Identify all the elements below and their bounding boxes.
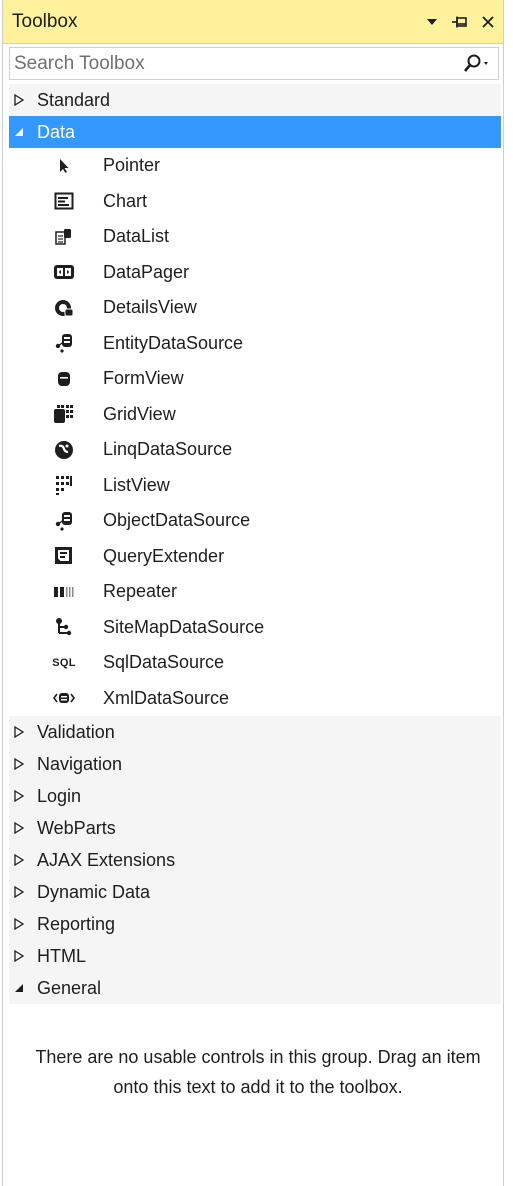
queryextender-icon	[51, 545, 77, 567]
toolbox-item-pointer[interactable]: Pointer	[9, 148, 501, 184]
item-label: Pointer	[103, 155, 161, 176]
toolbox-item-formview[interactable]: FormView	[9, 361, 501, 397]
group-data[interactable]: Data	[9, 116, 501, 148]
expanded-arrow-icon	[13, 126, 33, 138]
group-html[interactable]: HTML	[9, 940, 501, 972]
pointer-icon	[51, 155, 77, 177]
toolbox-item-datapager[interactable]: DataPager	[9, 255, 501, 291]
toolbox-item-xmldatasource[interactable]: XmlDataSource	[9, 681, 501, 717]
item-label: SqlDataSource	[103, 652, 225, 673]
linqdatasource-icon	[51, 439, 77, 461]
datalist-icon	[51, 226, 77, 248]
item-label: DataList	[103, 226, 170, 247]
item-label: ListView	[103, 474, 170, 495]
toolbox-item-repeater[interactable]: Repeater	[9, 574, 501, 610]
item-label: LinqDataSource	[103, 439, 233, 460]
xmldatasource-icon	[51, 687, 77, 709]
objectdatasource-icon	[51, 510, 77, 532]
collapsed-arrow-icon	[13, 918, 33, 930]
group-label: Login	[37, 785, 82, 806]
toolbox-tree: Standard Data Pointer Chart DataList Dat…	[9, 84, 501, 1004]
group-label: Reporting	[37, 913, 116, 934]
item-label: EntityDataSource	[103, 332, 244, 353]
data-items: Pointer Chart DataList DataPager Details…	[9, 148, 501, 716]
toolbox-item-sqldatasource[interactable]: SQL SqlDataSource	[9, 645, 501, 681]
group-label: Data	[37, 121, 76, 142]
toolbox-item-chart[interactable]: Chart	[9, 184, 501, 220]
entitydatasource-icon	[51, 332, 77, 354]
chart-icon	[51, 190, 77, 212]
toolbox-item-objectdatasource[interactable]: ObjectDataSource	[9, 503, 501, 539]
close-icon[interactable]	[479, 13, 497, 31]
group-navigation[interactable]: Navigation	[9, 748, 501, 780]
item-label: Repeater	[103, 581, 178, 602]
collapsed-arrow-icon	[13, 758, 33, 770]
group-label: HTML	[37, 945, 86, 966]
toolbox-panel: Toolbox Search Toolbox Standard Data Poi…	[0, 0, 513, 1186]
sql-icon-text: SQL	[52, 656, 76, 669]
group-webparts[interactable]: WebParts	[9, 812, 501, 844]
general-empty-message[interactable]: There are no usable controls in this gro…	[33, 1042, 483, 1102]
item-label: GridView	[103, 403, 176, 424]
sqldatasource-icon: SQL	[51, 652, 77, 674]
toolbox-item-datalist[interactable]: DataList	[9, 219, 501, 255]
group-standard[interactable]: Standard	[9, 84, 501, 116]
group-login[interactable]: Login	[9, 780, 501, 812]
group-ajax-extensions[interactable]: AJAX Extensions	[9, 844, 501, 876]
pin-icon[interactable]	[451, 13, 469, 31]
collapsed-arrow-icon	[13, 886, 33, 898]
item-label: Chart	[103, 190, 148, 211]
collapsed-arrow-icon	[13, 94, 33, 106]
item-label: FormView	[103, 368, 184, 389]
toolbox-item-linqdatasource[interactable]: LinqDataSource	[9, 432, 501, 468]
group-label: Dynamic Data	[37, 881, 151, 902]
group-reporting[interactable]: Reporting	[9, 908, 501, 940]
collapsed-arrow-icon	[13, 790, 33, 802]
group-label: Navigation	[37, 753, 123, 774]
window-controls	[423, 0, 497, 44]
item-label: QueryExtender	[103, 545, 225, 566]
sitemapdatasource-icon	[51, 616, 77, 638]
group-label: Validation	[37, 721, 115, 742]
toolbox-item-entitydatasource[interactable]: EntityDataSource	[9, 326, 501, 362]
gridview-icon	[51, 403, 77, 425]
group-label: Standard	[37, 89, 111, 110]
group-label: AJAX Extensions	[37, 849, 176, 870]
item-label: DataPager	[103, 261, 190, 282]
title-bar[interactable]: Toolbox	[3, 0, 503, 44]
search-input[interactable]	[10, 48, 440, 79]
toolbox-item-gridview[interactable]: GridView	[9, 397, 501, 433]
toolbox-frame: Toolbox Search Toolbox Standard Data Poi…	[2, 0, 504, 1186]
collapsed-arrow-icon	[13, 726, 33, 738]
datapager-icon	[51, 261, 77, 283]
group-general[interactable]: General	[9, 972, 501, 1004]
dropdown-arrow-icon[interactable]	[423, 13, 441, 31]
expanded-arrow-icon	[13, 982, 33, 994]
item-label: DetailsView	[103, 297, 197, 318]
item-label: ObjectDataSource	[103, 510, 251, 531]
formview-icon	[51, 368, 77, 390]
search-box	[9, 47, 499, 80]
window-title: Toolbox	[12, 10, 78, 32]
collapsed-arrow-icon	[13, 822, 33, 834]
item-label: SiteMapDataSource	[103, 616, 265, 637]
detailsview-icon	[51, 297, 77, 319]
listview-icon	[51, 474, 77, 496]
collapsed-arrow-icon	[13, 854, 33, 866]
toolbox-item-queryextender[interactable]: QueryExtender	[9, 539, 501, 575]
search-button[interactable]	[460, 52, 494, 76]
group-dynamic-data[interactable]: Dynamic Data	[9, 876, 501, 908]
group-validation[interactable]: Validation	[9, 716, 501, 748]
group-label: WebParts	[37, 817, 116, 838]
toolbox-item-detailsview[interactable]: DetailsView	[9, 290, 501, 326]
repeater-icon	[51, 581, 77, 603]
search-icon	[464, 54, 488, 72]
toolbox-item-sitemapdatasource[interactable]: SiteMapDataSource	[9, 610, 501, 646]
collapsed-arrow-icon	[13, 950, 33, 962]
item-label: XmlDataSource	[103, 687, 230, 708]
group-label: General	[37, 977, 102, 998]
toolbox-item-listview[interactable]: ListView	[9, 468, 501, 504]
